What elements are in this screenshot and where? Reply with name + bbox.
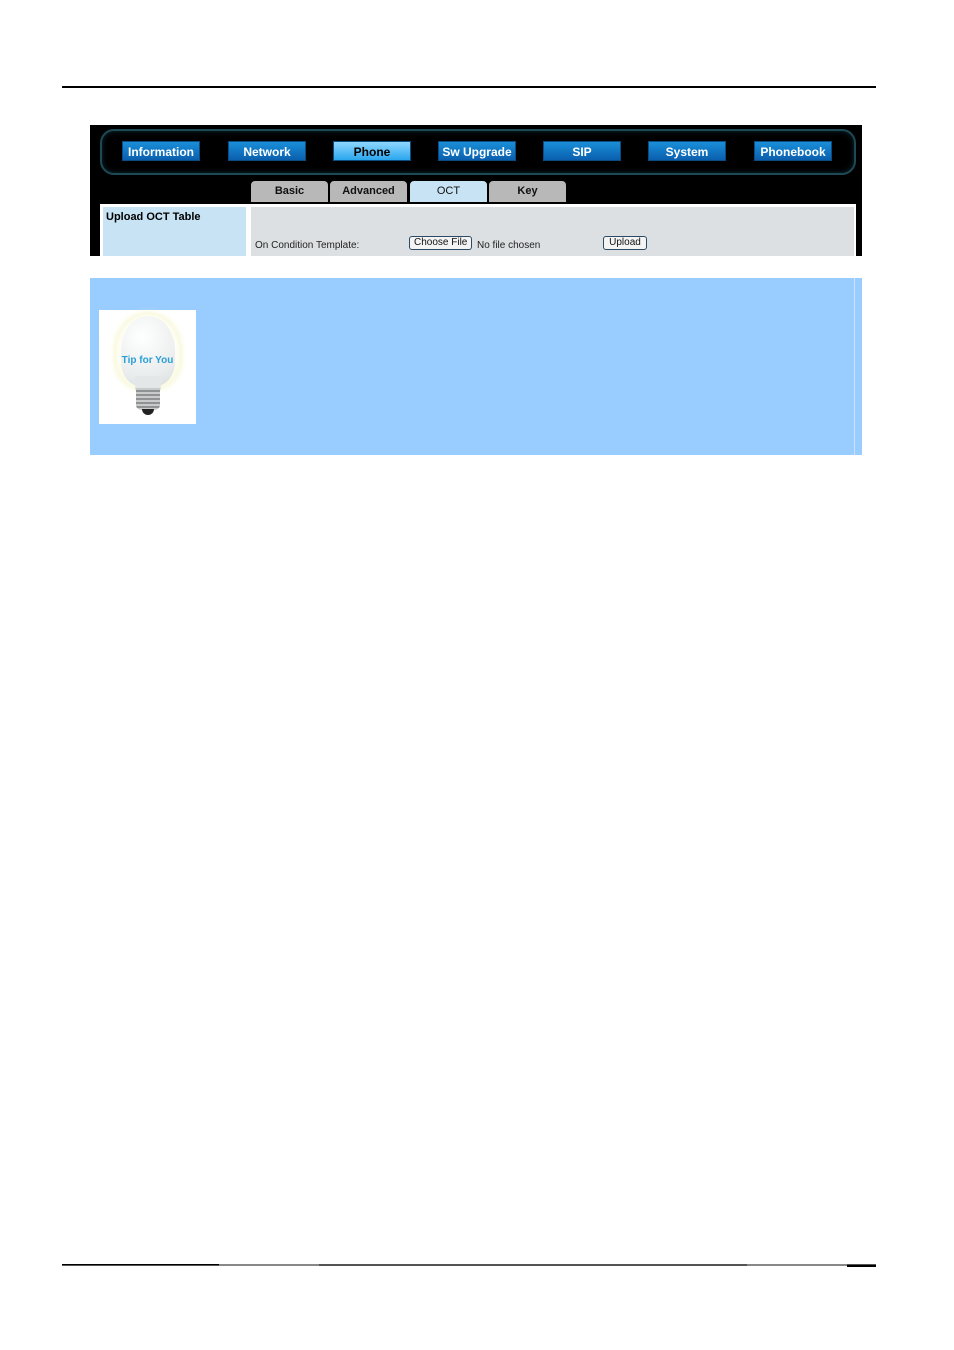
nav-system[interactable]: System <box>648 141 726 161</box>
footer-rule-segment <box>847 1265 876 1267</box>
nav-sw-upgrade[interactable]: Sw Upgrade <box>438 141 516 161</box>
upload-button[interactable]: Upload <box>603 236 647 250</box>
file-status-text: No file chosen <box>477 240 541 251</box>
phone-web-ui: Information Network Phone Sw Upgrade SIP… <box>90 125 862 256</box>
section-value-cell: On Condition Template: Choose File No fi… <box>251 207 854 256</box>
footer-rule-segment <box>747 1264 847 1266</box>
lightbulb-base <box>136 388 160 410</box>
lightbulb-contact <box>142 409 154 415</box>
tab-basic[interactable]: Basic <box>251 181 328 202</box>
nav-information[interactable]: Information <box>122 141 200 161</box>
section-label-cell: Upload OCT Table <box>103 207 246 256</box>
tab-key[interactable]: Key <box>489 181 566 202</box>
nav-phone[interactable]: Phone <box>333 141 411 161</box>
footer-rule-segment <box>219 1264 319 1266</box>
oct-content-panel: Upload OCT Table On Condition Template: … <box>100 204 856 256</box>
footer-rule-segment <box>62 1264 219 1265</box>
choose-file-button[interactable]: Choose File <box>409 236 473 250</box>
tab-oct[interactable]: OCT <box>410 181 487 202</box>
page-footer-rule <box>62 1264 876 1267</box>
nav-phonebook[interactable]: Phonebook <box>754 141 832 161</box>
tip-panel-edge <box>854 278 855 455</box>
tip-panel: Tip for You <box>90 278 862 455</box>
on-condition-template-label: On Condition Template: <box>255 240 360 251</box>
tab-advanced[interactable]: Advanced <box>330 181 407 202</box>
page-header-rule <box>62 86 876 88</box>
section-title: Upload OCT Table <box>106 211 201 223</box>
nav-network[interactable]: Network <box>228 141 306 161</box>
tip-image-text: Tip for You <box>121 355 174 366</box>
nav-sip[interactable]: SIP <box>543 141 621 161</box>
tip-lightbulb-image: Tip for You <box>99 310 196 424</box>
